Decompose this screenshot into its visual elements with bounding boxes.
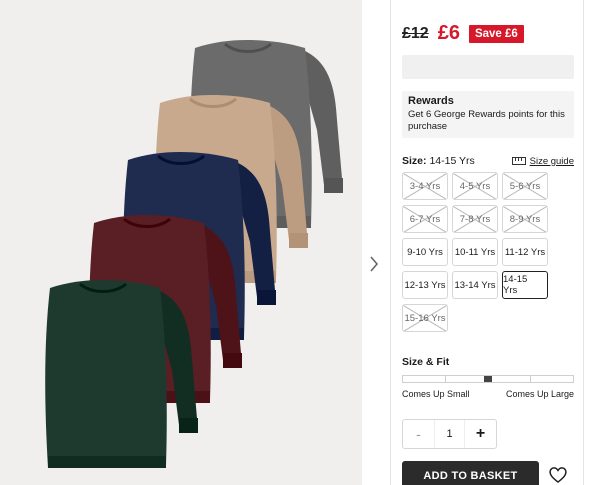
size-option[interactable]: 15-16 Yrs [402, 304, 448, 332]
quantity-stepper: - 1 + [402, 419, 497, 449]
fit-scale [402, 375, 574, 383]
size-option[interactable]: 3-4 Yrs [402, 172, 448, 200]
quantity-increase-button[interactable]: + [465, 420, 496, 448]
size-option-label: 10-11 Yrs [454, 246, 496, 258]
size-option[interactable]: 10-11 Yrs [452, 238, 498, 266]
size-option[interactable]: 12-13 Yrs [402, 271, 448, 299]
fit-title: Size & Fit [402, 356, 450, 368]
size-guide-link[interactable]: Size guide [511, 155, 574, 167]
size-option-label: 7-8 Yrs [459, 213, 491, 225]
selected-size-value: 14-15 Yrs [429, 155, 475, 167]
size-option-label: 3-4 Yrs [409, 180, 441, 192]
size-option-label: 9-10 Yrs [407, 246, 443, 258]
stacked-tops-illustration [45, 40, 343, 468]
add-to-basket-button[interactable]: ADD TO BASKET [402, 461, 539, 485]
price-row: £12 £6 Save £6 [402, 22, 524, 45]
ruler-icon [511, 157, 526, 165]
next-image-button[interactable] [366, 252, 382, 276]
long-sleeve-top [45, 280, 198, 468]
rewards-text: Get 6 George Rewards points for this pur… [408, 109, 565, 132]
size-option[interactable]: 13-14 Yrs [452, 271, 498, 299]
fit-low-label: Comes Up Small [402, 389, 470, 399]
was-price: £12 [402, 24, 429, 42]
size-option[interactable]: 7-8 Yrs [452, 205, 498, 233]
heart-icon[interactable] [548, 465, 568, 485]
quantity-value[interactable]: 1 [434, 420, 465, 448]
rewards-box: Rewards Get 6 George Rewards points for … [402, 91, 574, 138]
fit-marker [484, 376, 492, 382]
now-price: £6 [437, 22, 460, 44]
rewards-title: Rewards [408, 95, 454, 107]
size-option[interactable]: 6-7 Yrs [402, 205, 448, 233]
size-option[interactable]: 11-12 Yrs [502, 238, 548, 266]
size-option-label: 14-15 Yrs [503, 274, 528, 296]
size-option-label: 5-6 Yrs [509, 180, 541, 192]
size-option-label: 13-14 Yrs [454, 279, 496, 291]
product-panel: £12 £6 Save £6 Rewards Get 6 George Rewa… [390, 0, 584, 485]
size-option-label: 8-9 Yrs [509, 213, 541, 225]
size-option-label: 6-7 Yrs [409, 213, 441, 225]
size-option[interactable]: 9-10 Yrs [402, 238, 448, 266]
size-option-label: 15-16 Yrs [404, 312, 446, 324]
size-option-label: 12-13 Yrs [404, 279, 446, 291]
size-header: Size: 14-15 Yrs Size guide [402, 155, 574, 167]
size-guide-label: Size guide [529, 155, 574, 167]
size-label: Size: 14-15 Yrs [402, 155, 475, 167]
chevron-right-icon [370, 256, 379, 272]
size-option[interactable]: 4-5 Yrs [452, 172, 498, 200]
promo-placeholder [402, 55, 574, 79]
fit-tick [445, 376, 446, 382]
size-option-label: 4-5 Yrs [459, 180, 491, 192]
save-badge: Save £6 [468, 24, 524, 43]
check-icon: ✓ [542, 276, 547, 287]
size-option-label: 11-12 Yrs [504, 246, 546, 258]
fit-tick [530, 376, 531, 382]
product-image[interactable] [0, 0, 362, 485]
size-option[interactable]: 14-15 Yrs ✓ [502, 271, 548, 299]
fit-high-label: Comes Up Large [505, 389, 574, 399]
size-option[interactable]: 5-6 Yrs [502, 172, 548, 200]
size-label-text: Size: [402, 155, 427, 167]
size-option[interactable]: 8-9 Yrs [502, 205, 548, 233]
quantity-decrease-button[interactable]: - [403, 420, 434, 448]
